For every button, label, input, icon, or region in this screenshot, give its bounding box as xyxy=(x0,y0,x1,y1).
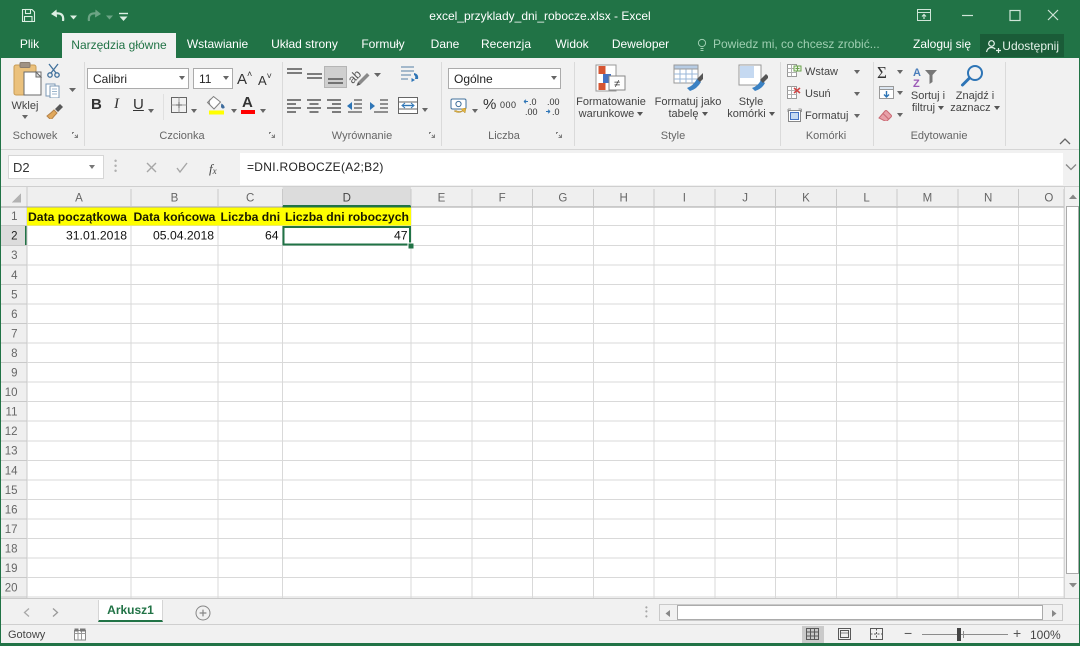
svg-text:05.04.2018: 05.04.2018 xyxy=(153,229,214,243)
svg-text:47: 47 xyxy=(394,229,408,243)
svg-text:F: F xyxy=(499,193,506,205)
svg-text:L: L xyxy=(863,193,870,205)
svg-text:14: 14 xyxy=(5,465,18,477)
svg-text:B: B xyxy=(171,193,179,205)
svg-text:J: J xyxy=(742,193,748,205)
svg-text:18: 18 xyxy=(5,543,18,555)
svg-text:5: 5 xyxy=(11,289,17,301)
svg-text:.00: .00 xyxy=(525,107,538,117)
svg-text:Data końcowa: Data końcowa xyxy=(134,210,216,224)
svg-text:I: I xyxy=(683,193,686,205)
svg-text:19: 19 xyxy=(5,563,18,575)
svg-text:6: 6 xyxy=(11,309,17,321)
svg-text:.00: .00 xyxy=(547,97,560,107)
svg-text:A: A xyxy=(75,193,83,205)
svg-text:31.01.2018: 31.01.2018 xyxy=(66,229,127,243)
svg-text:N: N xyxy=(984,193,992,205)
svg-text:Liczba dni: Liczba dni xyxy=(221,210,281,224)
svg-text:3: 3 xyxy=(11,250,17,262)
svg-text:fx: fx xyxy=(209,161,217,176)
svg-text:G: G xyxy=(558,193,567,205)
svg-text:1: 1 xyxy=(11,211,17,223)
svg-text:17: 17 xyxy=(5,524,18,536)
svg-text:2: 2 xyxy=(11,231,17,243)
svg-text:H: H xyxy=(619,193,627,205)
svg-text:Data początkowa: Data początkowa xyxy=(28,210,127,224)
svg-text:.0: .0 xyxy=(529,97,537,107)
svg-text:E: E xyxy=(438,193,446,205)
svg-text:15: 15 xyxy=(5,485,18,497)
svg-text:64: 64 xyxy=(265,229,279,243)
svg-text:8: 8 xyxy=(11,348,17,360)
svg-text:13: 13 xyxy=(5,446,18,458)
svg-text:≠: ≠ xyxy=(614,78,620,90)
svg-text:.0: .0 xyxy=(552,107,560,117)
svg-text:16: 16 xyxy=(5,504,18,516)
svg-text:O: O xyxy=(1044,193,1053,205)
svg-text:9: 9 xyxy=(11,368,17,380)
svg-text:7: 7 xyxy=(11,328,17,340)
svg-text:Z: Z xyxy=(913,78,920,88)
svg-text:4: 4 xyxy=(11,270,18,282)
svg-text:10: 10 xyxy=(5,387,18,399)
svg-text:M: M xyxy=(923,193,933,205)
svg-text:20: 20 xyxy=(5,583,18,595)
svg-text:C: C xyxy=(246,193,254,205)
svg-text:12: 12 xyxy=(5,426,18,438)
svg-text:K: K xyxy=(802,193,810,205)
svg-text:D: D xyxy=(343,193,351,205)
svg-text:11: 11 xyxy=(6,407,18,419)
svg-text:Liczba dni roboczych: Liczba dni roboczych xyxy=(285,210,409,224)
